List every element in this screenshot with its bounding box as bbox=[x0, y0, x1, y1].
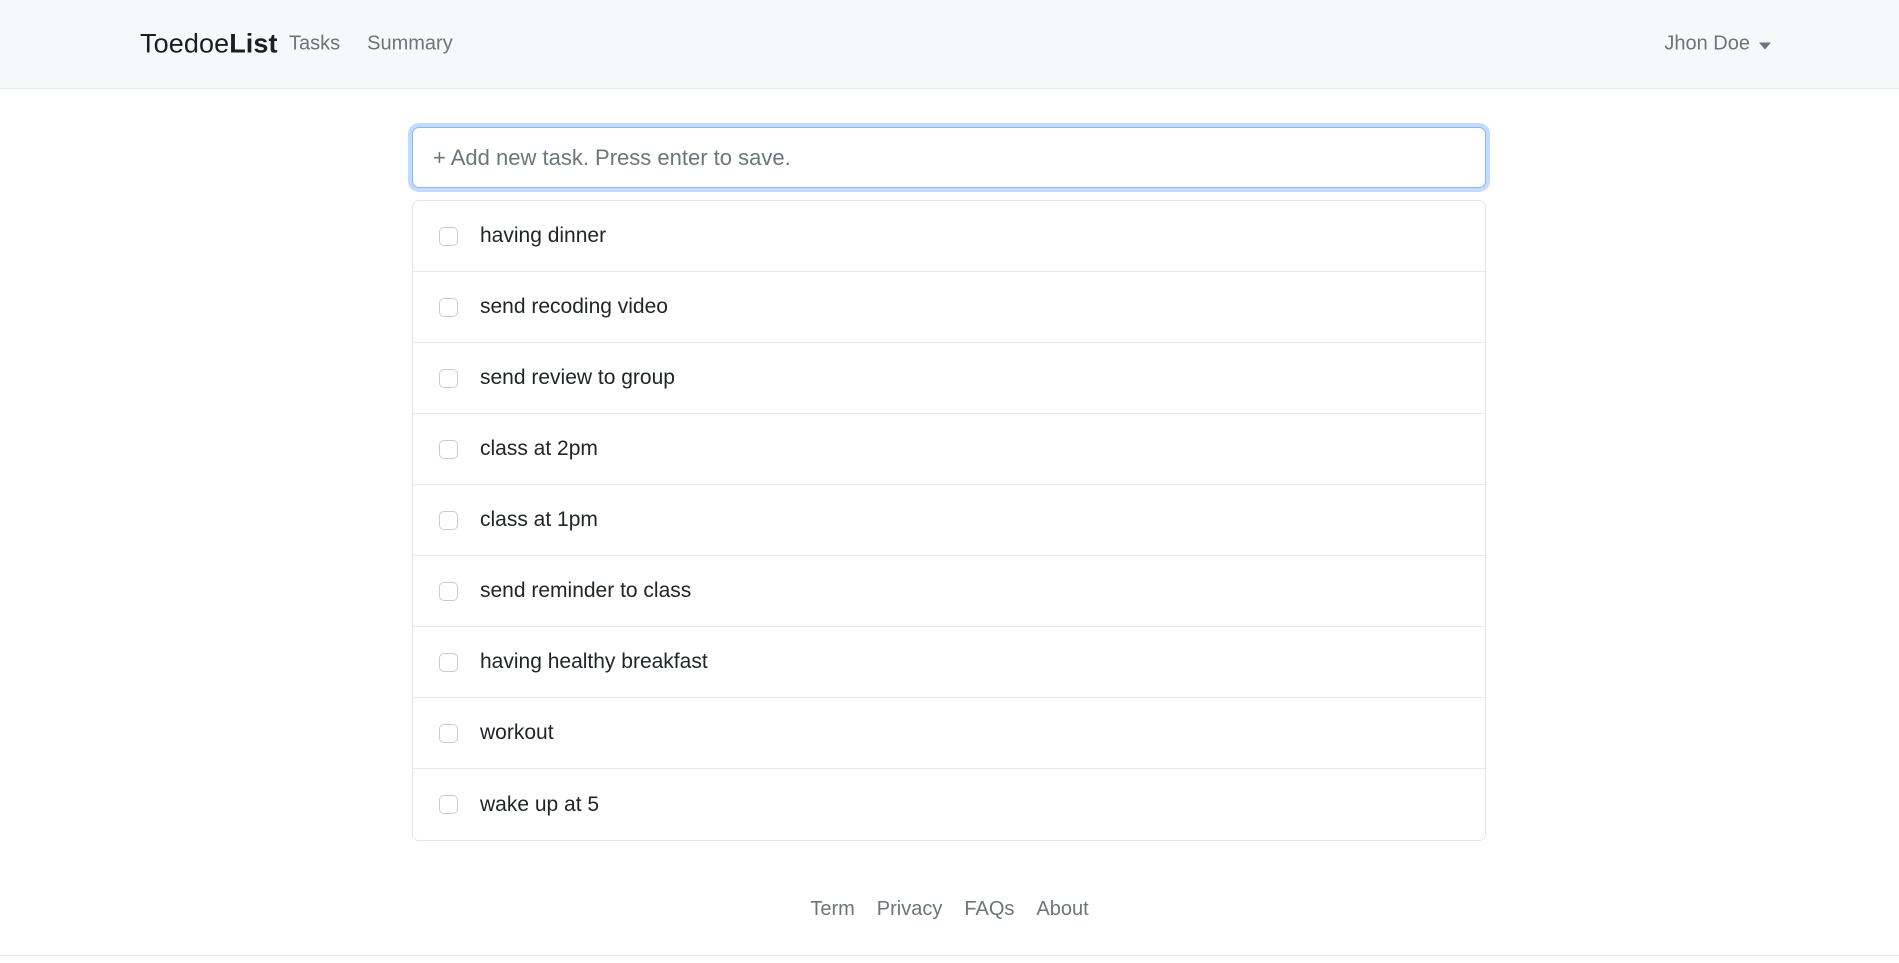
footer-link-term[interactable]: Term bbox=[810, 898, 854, 921]
task-list-item[interactable]: wake up at 5 bbox=[413, 769, 1485, 840]
main-content: having dinner send recoding video send r… bbox=[412, 127, 1486, 841]
add-task-input[interactable] bbox=[412, 127, 1486, 188]
task-checkbox[interactable] bbox=[439, 440, 458, 459]
primary-nav: Tasks Summary bbox=[289, 33, 453, 56]
task-list-item[interactable]: having healthy breakfast bbox=[413, 627, 1485, 698]
brand-logo[interactable]: ToedoeList bbox=[140, 29, 278, 60]
task-label: having healthy breakfast bbox=[480, 650, 708, 674]
task-list-item[interactable]: send reminder to class bbox=[413, 556, 1485, 627]
task-list: having dinner send recoding video send r… bbox=[412, 200, 1486, 841]
task-list-item[interactable]: workout bbox=[413, 698, 1485, 769]
task-checkbox[interactable] bbox=[439, 369, 458, 388]
nav-item-tasks[interactable]: Tasks bbox=[289, 33, 340, 56]
task-checkbox[interactable] bbox=[439, 795, 458, 814]
user-menu-label: Jhon Doe bbox=[1664, 33, 1750, 56]
brand-name-bold: List bbox=[229, 29, 277, 59]
task-checkbox[interactable] bbox=[439, 724, 458, 743]
task-label: wake up at 5 bbox=[480, 793, 599, 817]
task-list-item[interactable]: send recoding video bbox=[413, 272, 1485, 343]
app-root: ToedoeList Tasks Summary Jhon Doe having… bbox=[0, 0, 1899, 963]
task-label: send review to group bbox=[480, 366, 675, 390]
task-list-item[interactable]: having dinner bbox=[413, 201, 1485, 272]
task-label: send recoding video bbox=[480, 295, 668, 319]
task-label: workout bbox=[480, 721, 554, 745]
task-checkbox[interactable] bbox=[439, 653, 458, 672]
task-checkbox[interactable] bbox=[439, 298, 458, 317]
footer-links: Term Privacy FAQs About bbox=[0, 898, 1899, 921]
task-list-item[interactable]: class at 2pm bbox=[413, 414, 1485, 485]
task-checkbox[interactable] bbox=[439, 511, 458, 530]
task-label: send reminder to class bbox=[480, 579, 691, 603]
task-label: class at 2pm bbox=[480, 437, 598, 461]
chevron-down-icon bbox=[1759, 42, 1771, 49]
page-bottom-divider bbox=[0, 955, 1899, 956]
task-list-item[interactable]: send review to group bbox=[413, 343, 1485, 414]
task-label: having dinner bbox=[480, 224, 606, 248]
add-task-container bbox=[412, 127, 1486, 188]
user-menu-dropdown[interactable]: Jhon Doe bbox=[1664, 33, 1771, 56]
brand-name-light: Toedoe bbox=[140, 29, 229, 59]
footer-link-faqs[interactable]: FAQs bbox=[964, 898, 1014, 921]
task-label: class at 1pm bbox=[480, 508, 598, 532]
nav-item-summary[interactable]: Summary bbox=[367, 33, 453, 56]
task-list-item[interactable]: class at 1pm bbox=[413, 485, 1485, 556]
task-checkbox[interactable] bbox=[439, 227, 458, 246]
footer-link-about[interactable]: About bbox=[1036, 898, 1088, 921]
top-navbar: ToedoeList Tasks Summary Jhon Doe bbox=[0, 0, 1899, 89]
footer-link-privacy[interactable]: Privacy bbox=[877, 898, 943, 921]
task-checkbox[interactable] bbox=[439, 582, 458, 601]
